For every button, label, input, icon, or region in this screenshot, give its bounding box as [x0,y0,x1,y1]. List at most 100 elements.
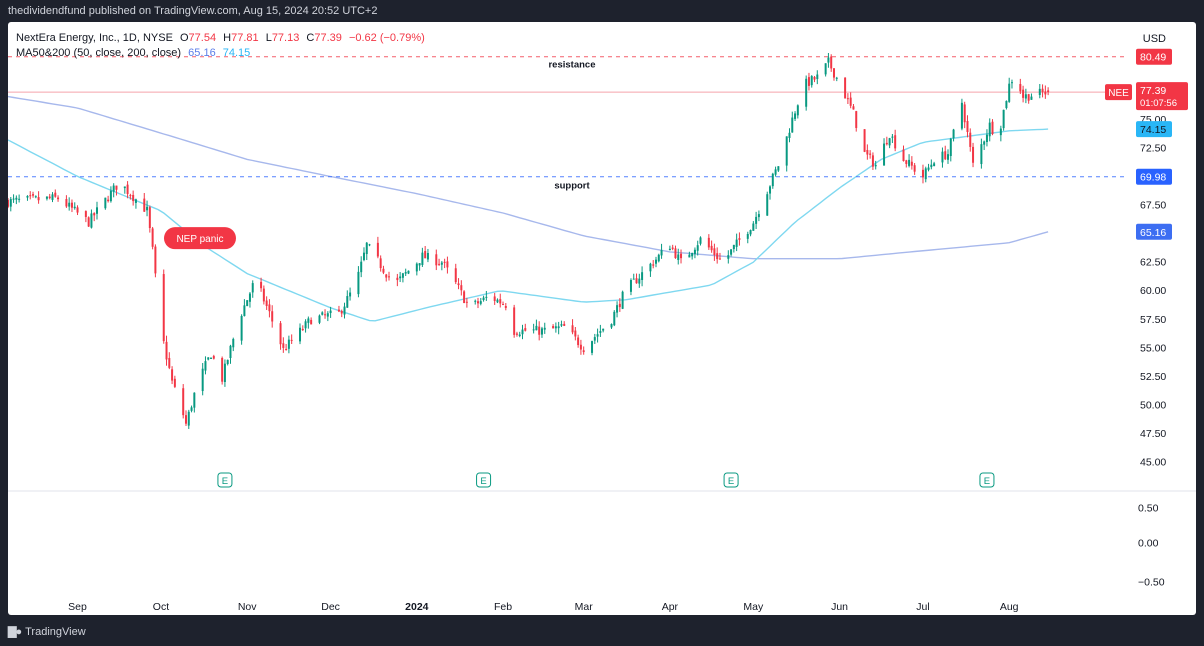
candle-body[interactable] [115,185,118,190]
candle-body[interactable] [746,234,749,239]
candle-body[interactable] [454,268,457,283]
candle-body[interactable] [304,321,307,329]
candle-body[interactable] [944,151,947,160]
candle-body[interactable] [282,343,285,348]
candle-body[interactable] [766,194,769,216]
candle-body[interactable] [307,318,310,323]
candle-body[interactable] [134,199,137,203]
candle-body[interactable] [8,199,10,207]
candle-body[interactable] [913,165,916,172]
candle-body[interactable] [680,253,683,259]
candle-body[interactable] [540,328,543,335]
candle-body[interactable] [593,337,596,341]
candle-body[interactable] [791,117,794,133]
candle-body[interactable] [1008,83,1011,102]
candle-body[interactable] [777,166,780,171]
candle-body[interactable] [552,326,555,329]
candle-body[interactable] [521,329,524,335]
candle-body[interactable] [482,297,485,301]
candle-body[interactable] [805,78,808,107]
candle-body[interactable] [415,263,418,272]
candle-body[interactable] [649,263,652,272]
candle-body[interactable] [796,105,799,116]
legend-symbol[interactable]: NextEra Energy, Inc., 1D, NYSE [16,32,173,44]
candle-body[interactable] [399,276,402,279]
candle-body[interactable] [132,194,135,202]
candle-body[interactable] [73,206,76,209]
currency-label[interactable]: USD [1143,33,1166,45]
tradingview-brand[interactable]: ▇● TradingView [8,625,86,639]
candle-body[interactable] [710,245,713,251]
candle-body[interactable] [26,195,29,198]
candle-body[interactable] [947,154,950,160]
candle-body[interactable] [1047,90,1050,93]
candle-body[interactable] [32,194,35,196]
candle-body[interactable] [969,132,972,147]
candle-body[interactable] [688,254,691,258]
candle-body[interactable] [1022,89,1025,98]
candle-body[interactable] [496,299,499,303]
candle-body[interactable] [933,163,936,167]
candle-body[interactable] [1019,84,1022,92]
candle-body[interactable] [301,328,304,330]
candle-body[interactable] [48,196,51,199]
candle-body[interactable] [532,329,535,331]
candle-body[interactable] [966,120,969,133]
candle-body[interactable] [385,274,388,278]
candle-body[interactable] [1038,88,1041,95]
candle-body[interactable] [223,363,226,383]
candle-body[interactable] [435,254,438,266]
candle-body[interactable] [618,303,621,308]
candle-body[interactable] [515,333,518,335]
candle-body[interactable] [279,323,282,345]
candle-body[interactable] [983,141,986,145]
candle-body[interactable] [632,278,635,280]
candle-body[interactable] [924,168,927,180]
candle-body[interactable] [1041,88,1044,93]
candle-body[interactable] [396,277,399,281]
candle-body[interactable] [171,369,174,381]
candle-body[interactable] [543,327,546,330]
candle-body[interactable] [226,359,229,364]
candle-body[interactable] [221,358,224,382]
candle-body[interactable] [613,311,616,326]
candle-body[interactable] [641,272,644,280]
chart-panel[interactable]: 45.00 47.50 50.00 52.50 55.00 57.50 60.00 62.50… [8,22,1196,615]
candle-body[interactable] [68,202,71,207]
candle-body[interactable] [187,411,190,426]
candle-body[interactable] [571,325,574,333]
candle-body[interactable] [443,261,446,263]
candle-body[interactable] [738,238,741,240]
candle-body[interactable] [574,330,577,337]
candle-body[interactable] [629,280,632,292]
candle-body[interactable] [246,300,249,307]
candle-body[interactable] [874,164,877,167]
candle-body[interactable] [849,97,852,106]
candle-body[interactable] [407,270,410,274]
candle-body[interactable] [554,326,557,329]
candle-body[interactable] [941,151,944,163]
candle-body[interactable] [988,122,991,137]
candle-body[interactable] [362,252,365,261]
candle-body[interactable] [265,300,268,306]
candle-body[interactable] [207,357,210,360]
candle-body[interactable] [866,149,869,155]
candle-body[interactable] [883,143,886,166]
candle-body[interactable] [51,194,54,200]
legend-ma-label[interactable]: MA50&200 (50, close, 200, close) [16,47,181,59]
candle-body[interactable] [1044,91,1047,95]
candle-body[interactable] [229,345,232,359]
candle-body[interactable] [596,334,599,337]
candle-body[interactable] [671,247,674,249]
candle-body[interactable] [727,255,730,259]
candle-body[interactable] [1010,82,1013,84]
candle-body[interactable] [852,106,855,110]
candle-body[interactable] [844,77,847,99]
candle-body[interactable] [204,361,207,371]
candle-body[interactable] [599,331,602,333]
candle-body[interactable] [930,164,933,168]
candle-body[interactable] [888,138,891,146]
candle-body[interactable] [591,341,594,353]
candle-body[interactable] [404,272,407,274]
candle-body[interactable] [693,249,696,255]
